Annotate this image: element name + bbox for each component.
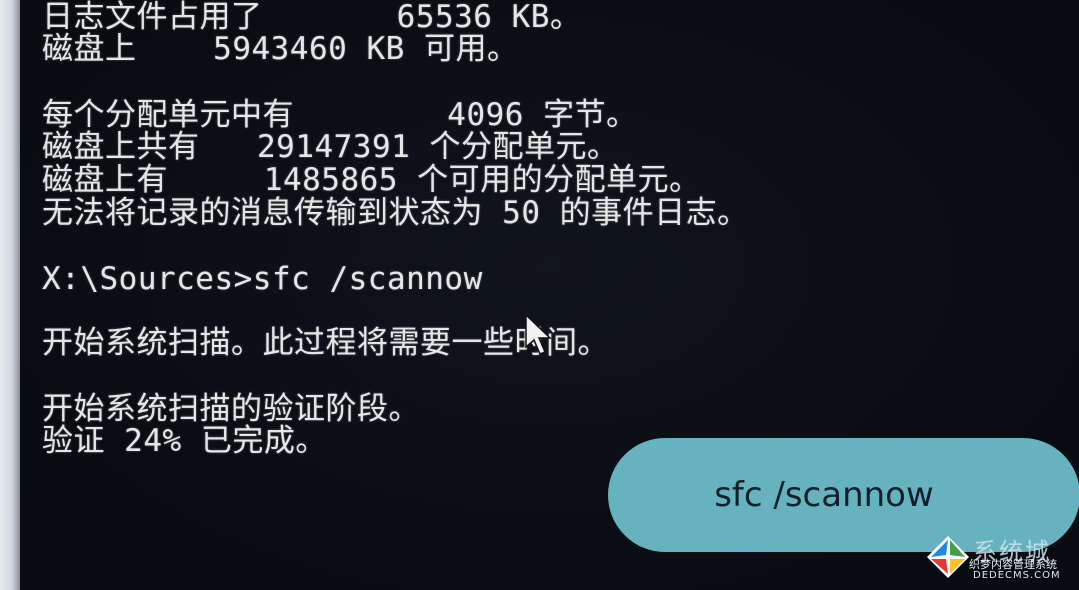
console-line-log-size: 日志文件占用了 65536 KB。 [42, 0, 582, 35]
console-line-verify-phase: 开始系统扫描的验证阶段。 [42, 391, 420, 427]
command-callout-label: sfc /scannow [714, 475, 934, 515]
watermark-logo: 系统城 织梦内容管理系统 DEDECMS.COM [925, 532, 1075, 588]
mouse-pointer-icon [525, 313, 552, 355]
watermark-url: DEDECMS.COM [973, 570, 1061, 581]
windows-logo-icon [927, 536, 969, 578]
console-line-progress: 验证 24% 已完成。 [42, 423, 327, 459]
console-line-total-units: 磁盘上共有 29147391 个分配单元。 [42, 129, 619, 165]
console-prompt-command[interactable]: X:\Sources>sfc /scannow [42, 262, 483, 296]
console-line-unit-size: 每个分配单元中有 4096 字节。 [42, 97, 638, 133]
console-line-event-log-error: 无法将记录的消息传输到状态为 50 的事件日志。 [42, 195, 749, 231]
console-line-free-space: 磁盘上 5943460 KB 可用。 [42, 31, 519, 67]
monitor-bezel [0, 0, 20, 590]
console-line-free-units: 磁盘上有 1485865 个可用的分配单元。 [42, 162, 701, 198]
